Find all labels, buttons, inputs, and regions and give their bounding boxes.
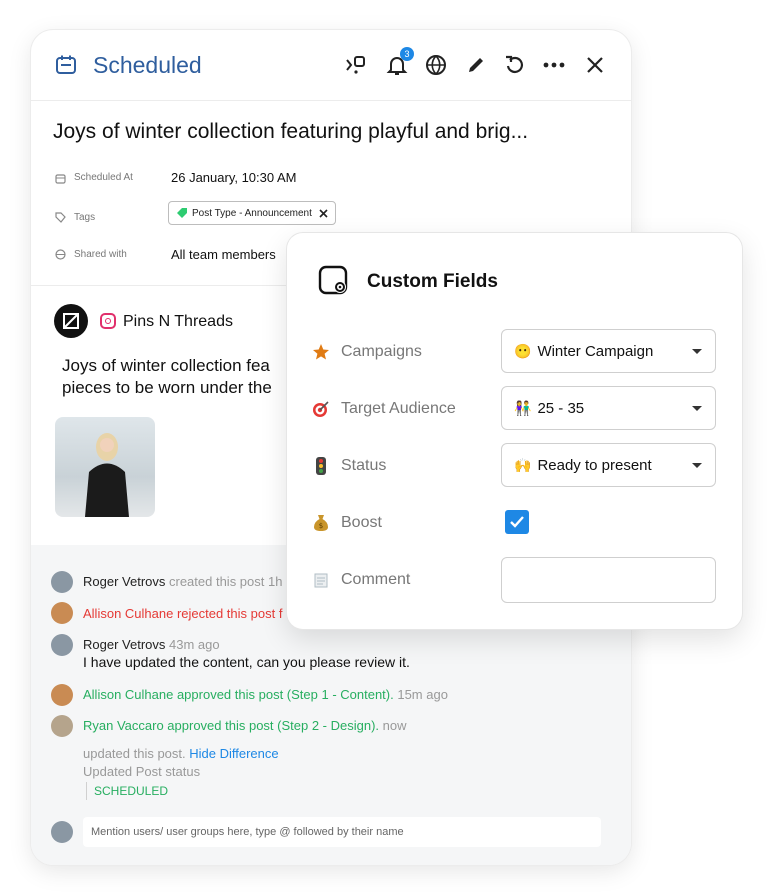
activity-text: Allison Culhane approved this post (Step… (83, 687, 394, 702)
tag-remove-icon[interactable] (319, 208, 328, 218)
avatar (51, 684, 73, 706)
target-audience-select[interactable]: 👫 25 - 35 (501, 386, 716, 430)
panel-header: Scheduled 3 (31, 30, 631, 101)
notepad-icon (312, 571, 330, 589)
language-button[interactable] (423, 52, 449, 78)
custom-fields-popover: Custom Fields Campaigns 😶 Winter Campaig… (287, 233, 742, 629)
status-select-value: Ready to present (537, 456, 652, 474)
shared-with-label: Shared with (74, 249, 127, 260)
campaign-emoji: 😶 (514, 342, 532, 359)
tag-filled-icon (177, 208, 187, 218)
star-icon (312, 343, 330, 361)
pencil-icon (469, 58, 483, 72)
status-label: Status (341, 457, 387, 474)
instagram-icon (100, 313, 116, 329)
mention-input[interactable]: Mention users/ user groups here, type @ … (83, 817, 601, 847)
activity-user: Roger Vetrovs (83, 574, 166, 589)
comment-input[interactable] (501, 557, 716, 603)
globe-small-icon (55, 249, 66, 260)
activity-text: updated this post. (83, 746, 190, 761)
status-divider (86, 782, 87, 800)
campaigns-value: Winter Campaign (537, 342, 654, 360)
tags-label: Tags (74, 212, 96, 223)
scheduled-at-value: 26 January, 10:30 AM (171, 170, 297, 185)
activity-time: 43m ago (165, 637, 220, 652)
activity-item: Ryan Vaccaro approved this post (Step 2 … (83, 718, 407, 733)
more-options-button[interactable] (541, 52, 567, 78)
tag-chip-label: Post Type - Announcement (192, 207, 312, 219)
target-icon (312, 400, 330, 418)
boost-checkbox[interactable] (505, 510, 529, 534)
activity-user: Roger Vetrovs (83, 637, 166, 652)
post-image-figure (85, 433, 129, 517)
calendar-small-icon (55, 174, 66, 184)
avatar (51, 602, 73, 624)
svg-text:$: $ (319, 522, 323, 530)
activity-time: 15m ago (393, 687, 448, 702)
activity-item: Allison Culhane approved this post (Step… (83, 687, 448, 702)
audience-emoji: 👫 (514, 399, 532, 416)
refresh-button[interactable] (502, 52, 528, 78)
account-logo (54, 304, 88, 338)
status-value: SCHEDULED (94, 784, 169, 798)
target-audience-label: Target Audience (341, 400, 456, 417)
calendar-icon (56, 55, 76, 74)
mention-placeholder: Mention users/ user groups here, type @ … (91, 826, 404, 838)
campaigns-select[interactable]: 😶 Winter Campaign (501, 329, 716, 373)
share-link-icon (346, 56, 365, 74)
custom-fields-icon (318, 265, 348, 295)
avatar (51, 715, 73, 737)
activity-item: Allison Culhane rejected this post f (83, 606, 283, 621)
traffic-light-icon (312, 457, 330, 475)
shared-with-value: All team members (171, 247, 276, 262)
notification-badge: 3 (400, 47, 414, 61)
chevron-down-icon (692, 463, 702, 468)
status-select[interactable]: 🙌 Ready to present (501, 443, 716, 487)
activity-time: now (379, 718, 407, 733)
activity-message: I have updated the content, can you plea… (83, 654, 410, 670)
tag-icon (55, 212, 66, 223)
page-title: Scheduled (93, 52, 202, 78)
tag-chip[interactable]: Post Type - Announcement (168, 201, 336, 225)
chevron-down-icon (692, 349, 702, 354)
chevron-down-icon (692, 406, 702, 411)
brand-logo-icon (63, 313, 79, 329)
status-emoji: 🙌 (514, 456, 532, 473)
activity-text: created this post 1h (165, 574, 283, 589)
status-change-label: Updated Post status (83, 764, 201, 779)
edit-button[interactable] (463, 52, 489, 78)
more-icon (543, 62, 565, 68)
avatar (51, 634, 73, 656)
boost-label: Boost (341, 514, 382, 531)
avatar (51, 571, 73, 593)
avatar (51, 821, 73, 843)
activity-item: updated this post. Hide Difference (83, 746, 279, 761)
money-bag-icon: $ (312, 514, 330, 532)
close-icon (587, 57, 603, 73)
post-image[interactable] (55, 417, 155, 517)
notifications-button[interactable]: 3 (384, 47, 414, 78)
hide-difference-link[interactable]: Hide Difference (189, 746, 278, 761)
post-title: Joys of winter collection featuring play… (53, 120, 529, 143)
close-button[interactable] (582, 52, 608, 78)
activity-text: Ryan Vaccaro approved this post (Step 2 … (83, 718, 380, 733)
target-audience-value: 25 - 35 (537, 399, 585, 417)
activity-item: Roger Vetrovs created this post 1h (83, 574, 282, 589)
check-icon (510, 516, 524, 528)
campaigns-label: Campaigns (341, 343, 422, 360)
share-link-button[interactable] (342, 52, 368, 78)
activity-item: Roger Vetrovs 43m ago (83, 637, 220, 652)
scheduled-at-label: Scheduled At (74, 172, 133, 183)
custom-fields-title: Custom Fields (367, 271, 498, 292)
comment-label: Comment (341, 571, 411, 588)
account-name: Pins N Threads (123, 313, 233, 330)
refresh-icon (506, 55, 523, 73)
globe-icon (426, 55, 446, 76)
